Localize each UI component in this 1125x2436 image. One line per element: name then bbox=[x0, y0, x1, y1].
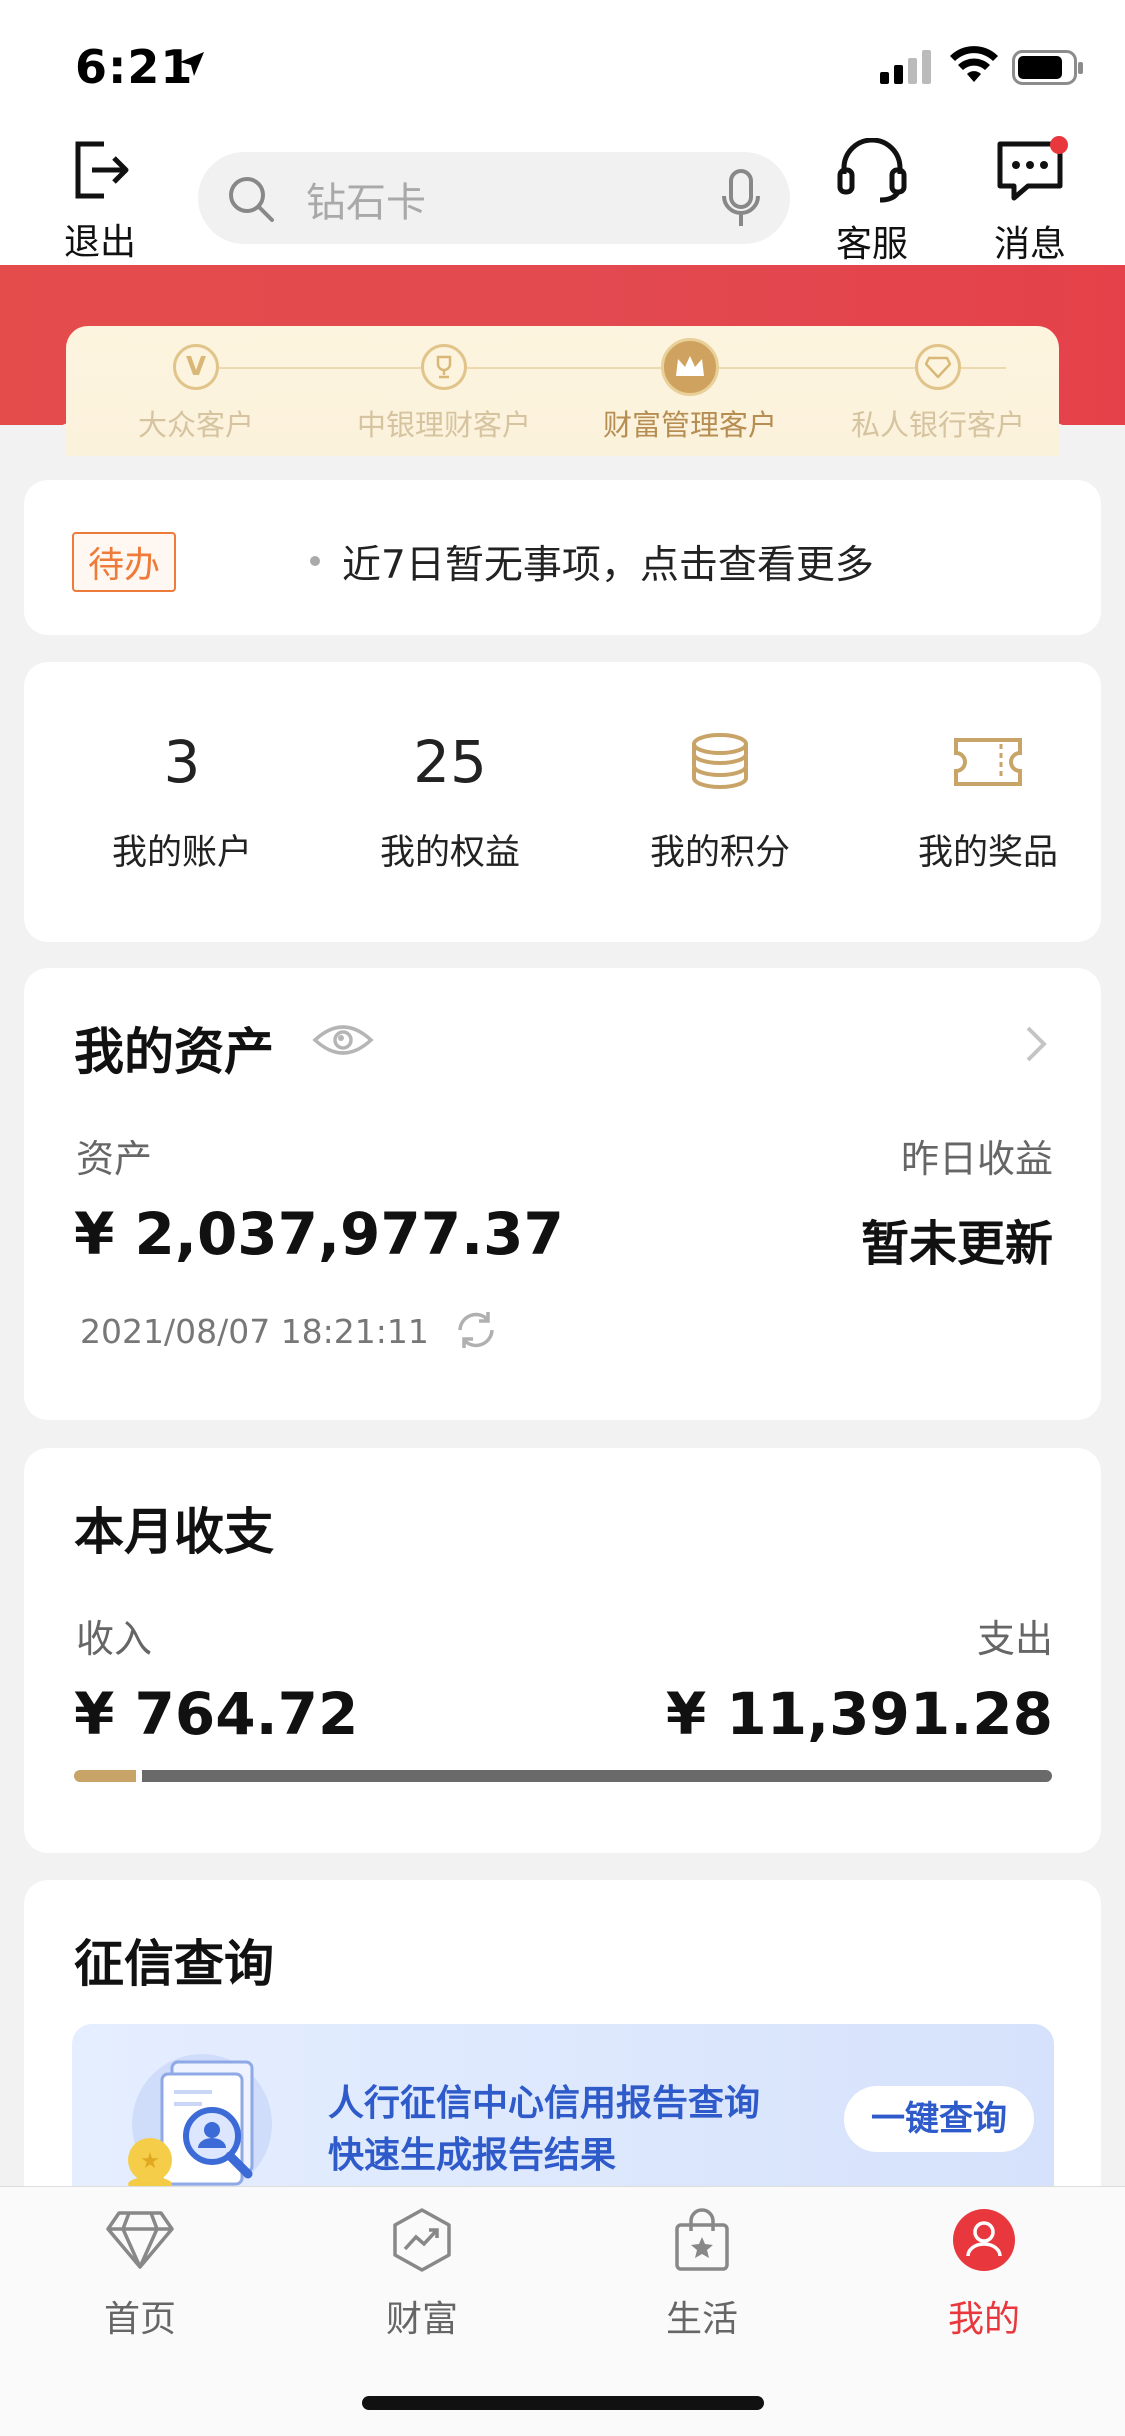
yesterday-earnings-value: 暂未更新 bbox=[860, 1216, 1053, 1272]
income-bar bbox=[74, 1770, 136, 1782]
my-accounts-entry[interactable]: 3 我的账户 bbox=[52, 722, 312, 875]
messages-button[interactable]: 消息 bbox=[975, 138, 1085, 267]
todo-card[interactable]: 待办 近7日暂无事项，点击查看更多 bbox=[24, 480, 1101, 635]
todo-badge: 待办 bbox=[72, 532, 177, 592]
income-value: ¥ 764.72 bbox=[74, 1680, 359, 1748]
home-indicator[interactable] bbox=[362, 2396, 764, 2410]
svg-text:★: ★ bbox=[140, 2149, 160, 2174]
benefits-count: 25 bbox=[413, 728, 487, 796]
headset-icon bbox=[837, 137, 907, 203]
income-label: 收入 bbox=[76, 1617, 153, 1661]
search-bar[interactable] bbox=[198, 152, 790, 244]
search-input-placeholder[interactable]: 钻石卡 bbox=[306, 170, 426, 228]
credit-banner-headline: 人行征信中心信用报告查询 bbox=[328, 2083, 761, 2124]
asset-label: 资产 bbox=[76, 1137, 153, 1181]
tier-label: 私人银行客户 bbox=[850, 408, 1025, 442]
asset-update-time: 2021/08/07 18:21:11 bbox=[80, 1312, 429, 1351]
my-assets-card[interactable]: 我的资产 资产 昨日收益 ¥ 2,037,977.37 暂未更新 2021/08… bbox=[24, 968, 1101, 1420]
eye-icon[interactable] bbox=[312, 1020, 374, 1060]
tab-wealth[interactable]: 财富 bbox=[332, 2200, 512, 2342]
tier-label: 财富管理客户 bbox=[602, 408, 777, 442]
unread-dot bbox=[1050, 136, 1068, 154]
entry-label: 我的奖品 bbox=[917, 833, 1058, 873]
diamond-icon bbox=[106, 2211, 174, 2269]
tier-mass[interactable]: V 大众客户 bbox=[86, 344, 306, 444]
entry-label: 我的权益 bbox=[379, 833, 520, 873]
member-tier-strip: V 大众客户 中银理财客户 财富管理客户 私人银行客户 bbox=[66, 326, 1059, 456]
tier-wealth-mgmt[interactable]: 中银理财客户 bbox=[334, 344, 554, 444]
entry-label: 我的积分 bbox=[649, 833, 790, 873]
exit-button[interactable]: 退出 bbox=[60, 138, 140, 265]
exit-label: 退出 bbox=[63, 222, 136, 263]
messages-label: 消息 bbox=[993, 224, 1066, 265]
my-points-entry[interactable]: 我的积分 bbox=[590, 722, 850, 875]
bullet-dot bbox=[310, 556, 320, 566]
tab-life[interactable]: 生活 bbox=[612, 2200, 792, 2342]
tab-mine[interactable]: 我的 bbox=[894, 2200, 1074, 2342]
coins-icon bbox=[692, 733, 748, 789]
wifi-icon bbox=[950, 46, 998, 82]
battery-icon bbox=[1012, 50, 1083, 85]
tier-private-banking[interactable]: 私人银行客户 bbox=[828, 344, 1048, 444]
diamond-badge-icon bbox=[915, 344, 961, 390]
yesterday-earnings-label: 昨日收益 bbox=[900, 1137, 1053, 1181]
expense-label: 支出 bbox=[976, 1617, 1053, 1661]
quick-entries-card: 3 我的账户 25 我的权益 我的积分 我的奖品 bbox=[24, 662, 1101, 942]
cashflow-ratio-bar bbox=[74, 1770, 1052, 1782]
refresh-icon[interactable] bbox=[454, 1308, 498, 1352]
monthly-title: 本月收支 bbox=[74, 1503, 274, 1561]
tab-label: 我的 bbox=[947, 2299, 1020, 2340]
credit-title: 征信查询 bbox=[74, 1935, 274, 1993]
tab-label: 首页 bbox=[103, 2299, 176, 2340]
accounts-count: 3 bbox=[163, 728, 201, 796]
tab-label: 生活 bbox=[665, 2299, 738, 2340]
my-prizes-entry[interactable]: 我的奖品 bbox=[858, 722, 1118, 875]
tier-label: 大众客户 bbox=[137, 408, 254, 442]
expense-bar bbox=[142, 1770, 1052, 1782]
search-icon bbox=[229, 177, 274, 222]
todo-message[interactable]: 近7日暂无事项，点击查看更多 bbox=[342, 534, 874, 590]
one-click-query-button[interactable]: 一键查询 bbox=[844, 2086, 1034, 2152]
v-badge-icon: V bbox=[173, 344, 219, 390]
tier-label: 中银理财客户 bbox=[356, 408, 531, 442]
monthly-cashflow-card[interactable]: 本月收支 收入 支出 ¥ 764.72 ¥ 11,391.28 bbox=[24, 1448, 1101, 1853]
chevron-right-icon[interactable] bbox=[1024, 1024, 1048, 1064]
my-benefits-entry[interactable]: 25 我的权益 bbox=[320, 722, 580, 875]
tab-home[interactable]: 首页 bbox=[50, 2200, 230, 2342]
expense-value: ¥ 11,391.28 bbox=[665, 1680, 1053, 1748]
microphone-icon[interactable] bbox=[720, 168, 762, 230]
tab-label: 财富 bbox=[385, 2299, 458, 2340]
cellular-signal-icon bbox=[880, 50, 931, 84]
shopping-bag-icon bbox=[675, 2208, 729, 2271]
profile-icon bbox=[953, 2209, 1015, 2271]
wealth-icon bbox=[393, 2208, 451, 2272]
customer-service-button[interactable]: 客服 bbox=[822, 137, 922, 267]
asset-total-value: ¥ 2,037,977.37 bbox=[74, 1200, 564, 1268]
logout-icon bbox=[75, 141, 129, 199]
status-time: 6:21 bbox=[75, 40, 194, 94]
customer-service-label: 客服 bbox=[835, 224, 908, 265]
credit-banner-subline: 快速生成报告结果 bbox=[328, 2135, 617, 2176]
assets-title: 我的资产 bbox=[74, 1023, 274, 1081]
tier-fortune-mgmt[interactable]: 财富管理客户 bbox=[580, 338, 800, 444]
trophy-icon bbox=[421, 344, 467, 390]
crown-icon bbox=[661, 338, 719, 396]
location-arrow-icon bbox=[180, 52, 204, 76]
entry-label: 我的账户 bbox=[111, 833, 252, 873]
ticket-icon bbox=[954, 738, 1022, 786]
